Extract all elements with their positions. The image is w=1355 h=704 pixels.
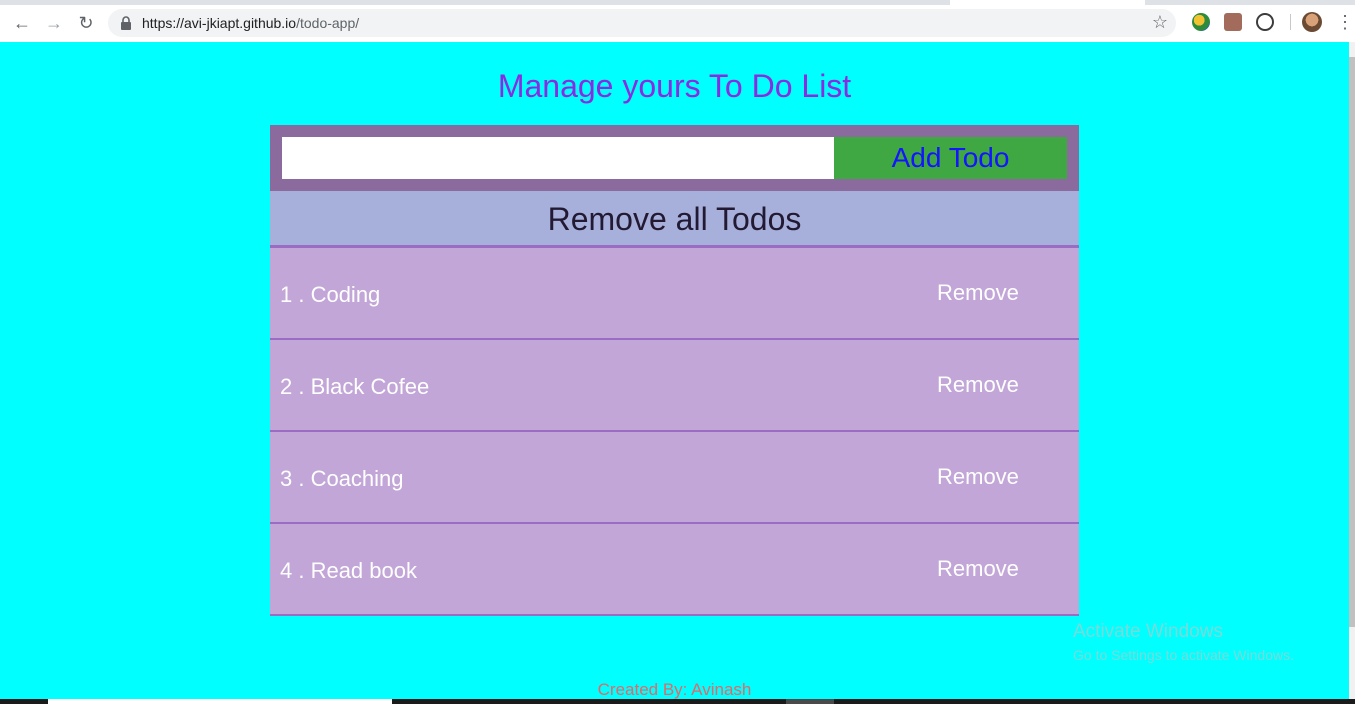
url-text: https://avi-jkiapt.github.io/todo-app/ bbox=[142, 15, 359, 31]
taskbar-app[interactable] bbox=[786, 699, 834, 704]
browser-toolbar: ← → ↻ https://avi-jkiapt.github.io/todo-… bbox=[0, 0, 1355, 42]
todo-number: 3 . bbox=[280, 466, 311, 491]
todo-item: 3 . Coaching Remove bbox=[270, 432, 1079, 524]
todo-label: Coaching bbox=[310, 466, 404, 491]
todo-number: 4 . bbox=[280, 558, 311, 583]
url-host: https://avi-jkiapt.github.io bbox=[142, 15, 297, 31]
add-todo-button[interactable]: Add Todo bbox=[834, 137, 1067, 179]
profile-avatar[interactable] bbox=[1302, 12, 1322, 32]
active-tab[interactable] bbox=[950, 0, 1145, 5]
todo-item: 1 . Coding Remove bbox=[270, 248, 1079, 340]
page-scrollbar[interactable] bbox=[1349, 42, 1355, 704]
page-body: Manage yours To Do List Add Todo Remove … bbox=[0, 42, 1349, 704]
todo-text: 4 . Read book bbox=[280, 558, 417, 584]
kebab-menu-icon[interactable]: ⋮ bbox=[1336, 12, 1354, 32]
scrollbar-thumb[interactable] bbox=[1349, 57, 1355, 627]
todo-label: Read book bbox=[310, 558, 417, 583]
extension-globe-icon[interactable] bbox=[1192, 13, 1210, 31]
activate-windows-watermark: Activate Windows Go to Settings to activ… bbox=[1073, 621, 1294, 663]
taskbar-search[interactable] bbox=[48, 699, 392, 704]
watermark-subtitle: Go to Settings to activate Windows. bbox=[1073, 647, 1294, 663]
tab-strip bbox=[0, 0, 1355, 5]
bookmark-star-icon[interactable]: ☆ bbox=[1152, 12, 1168, 33]
reload-icon[interactable]: ↻ bbox=[74, 11, 98, 35]
add-todo-bar: Add Todo bbox=[270, 125, 1079, 191]
todo-text: 3 . Coaching bbox=[280, 466, 404, 492]
back-arrow-icon[interactable]: ← bbox=[10, 11, 34, 35]
todo-number: 2 . bbox=[280, 374, 311, 399]
address-bar[interactable]: https://avi-jkiapt.github.io/todo-app/ ☆ bbox=[108, 9, 1176, 37]
todo-label: Coding bbox=[310, 282, 381, 307]
todo-input[interactable] bbox=[282, 137, 834, 179]
lock-icon bbox=[121, 16, 131, 30]
todo-text: 1 . Coding bbox=[280, 282, 380, 308]
page-title: Manage yours To Do List bbox=[497, 68, 852, 104]
extension-pdf-icon[interactable] bbox=[1224, 13, 1242, 31]
remove-todo-button[interactable]: Remove bbox=[937, 464, 1019, 490]
todo-number: 1 . bbox=[280, 282, 311, 307]
forward-arrow-icon[interactable]: → bbox=[42, 11, 66, 35]
todo-container: Add Todo Remove all Todos 1 . Coding Rem… bbox=[270, 125, 1079, 616]
todo-label: Black Cofee bbox=[310, 374, 430, 399]
todo-item: 2 . Black Cofee Remove bbox=[270, 340, 1079, 432]
footer-credit: Created By: Avinash bbox=[597, 680, 752, 699]
url-path: /todo-app/ bbox=[296, 15, 360, 31]
remove-all-button[interactable]: Remove all Todos bbox=[270, 191, 1079, 248]
extension-circle-icon[interactable] bbox=[1256, 13, 1274, 31]
watermark-title: Activate Windows bbox=[1073, 621, 1223, 642]
os-taskbar bbox=[0, 699, 1355, 704]
toolbar-divider bbox=[1290, 14, 1291, 30]
remove-todo-button[interactable]: Remove bbox=[937, 280, 1019, 306]
todo-item: 4 . Read book Remove bbox=[270, 524, 1079, 616]
remove-todo-button[interactable]: Remove bbox=[937, 556, 1019, 582]
remove-todo-button[interactable]: Remove bbox=[937, 372, 1019, 398]
todo-text: 2 . Black Cofee bbox=[280, 374, 429, 400]
